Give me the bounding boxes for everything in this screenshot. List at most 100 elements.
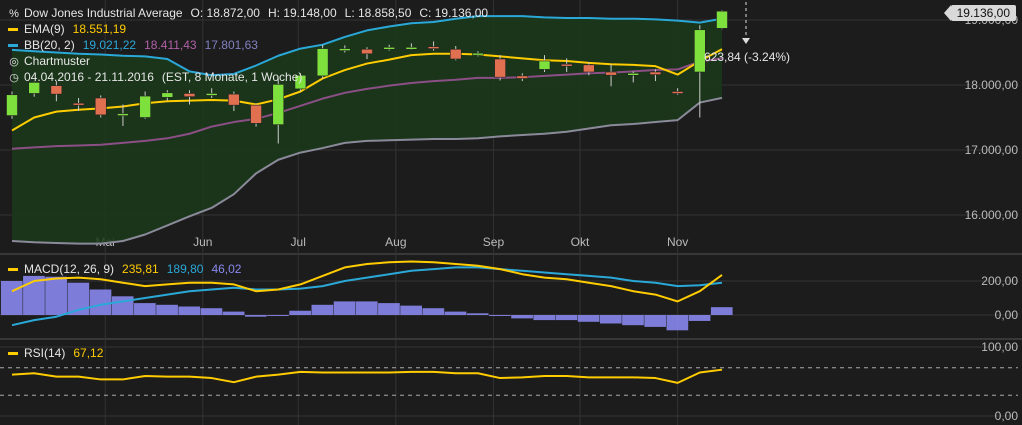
range-detail: (EST, 8 Monate, 1 Woche) — [161, 70, 303, 84]
macd-histogram-bar — [378, 303, 400, 315]
y-tick-label: 17.000,00 — [965, 143, 1019, 157]
macd-histogram-bar — [222, 311, 245, 315]
macd-histogram-bar — [134, 303, 156, 315]
macd-histogram-bar — [0, 281, 23, 315]
bb-upper-value: 18.411,43 — [144, 38, 197, 52]
macd-hist-value: 46,02 — [211, 262, 242, 276]
macd-swatch — [8, 268, 18, 272]
bb-lower-value: 17.801,63 — [204, 38, 258, 52]
candle-body — [72, 102, 85, 106]
macd-histogram-bar — [45, 276, 67, 315]
candle-body — [538, 60, 551, 70]
macd-value: 235,81 — [122, 262, 159, 276]
x-tick-label: Nov — [667, 235, 688, 249]
bb-label: BB(20, 2) — [24, 38, 75, 52]
candle-body — [427, 46, 440, 49]
clock-icon: ◷ — [9, 72, 19, 84]
rsi-legend[interactable]: RSI(14) 67,12 — [8, 345, 103, 361]
pattern-label: Chartmuster — [24, 54, 91, 68]
macd-histogram-bar — [688, 315, 711, 321]
x-tick-label: Jun — [193, 235, 212, 249]
macd-histogram-bar — [333, 301, 356, 315]
candle-body — [671, 91, 684, 94]
candle-body — [228, 93, 240, 106]
candle-body — [361, 48, 373, 55]
macd-histogram-bar — [489, 315, 511, 316]
rsi-label: RSI(14) — [24, 346, 66, 360]
macd-histogram-bar — [289, 310, 312, 315]
macd-histogram-bar — [599, 315, 622, 324]
range-legend[interactable]: ◷ 04.04.2016 - 21.11.2016 (EST, 8 Monate, … — [8, 69, 302, 86]
candle-body — [161, 92, 174, 98]
rsi-swatch — [8, 352, 18, 356]
macd-histogram-bar — [244, 315, 267, 317]
rsi-tick-label: 100,00 — [981, 340, 1018, 354]
x-tick-label: Jul — [291, 235, 306, 249]
macd-histogram-bar — [577, 315, 600, 322]
instrument-legend: % Dow Jones Industrial Average O: 18.872,0… — [8, 5, 488, 22]
current-price-tag: 19.136,00 — [943, 5, 1016, 21]
candle-body — [449, 48, 462, 60]
y-tick-label: 16.000,00 — [965, 208, 1019, 222]
candle-body — [405, 46, 418, 50]
candle-body — [383, 46, 395, 50]
macd-histogram-bar — [622, 315, 644, 326]
macd-histogram-bar — [444, 311, 467, 315]
candle-body — [250, 104, 262, 124]
candle-body — [560, 63, 573, 67]
candle-body — [272, 84, 285, 125]
candle-body — [472, 52, 484, 56]
macd-histogram-bar — [555, 315, 578, 321]
candle-body — [583, 64, 595, 73]
candle-body — [627, 73, 640, 76]
x-tick-label: Aug — [385, 235, 406, 249]
macd-histogram-bar — [511, 315, 533, 319]
candle-body — [139, 95, 151, 118]
bb-swatch — [8, 44, 18, 48]
instrument-name: Dow Jones Industrial Average — [24, 6, 183, 20]
x-tick-label: Okt — [571, 235, 590, 249]
macd-histogram-bar — [89, 289, 112, 315]
macd-histogram-bar — [533, 315, 556, 321]
y-tick-label: 18.000,00 — [965, 78, 1019, 92]
price-change-arrow-icon — [742, 38, 750, 44]
candle-body — [183, 93, 196, 97]
macd-tick-label: 0,00 — [995, 308, 1019, 322]
macd-histogram-bar — [111, 296, 134, 315]
macd-histogram-bar — [644, 315, 667, 327]
ema-legend[interactable]: EMA(9) 18.551,19 — [8, 21, 126, 37]
chart-stage: MaiJunJulAugSepOktNov16.000,0017.000,001… — [0, 0, 1022, 425]
candle-body — [205, 93, 218, 96]
macd-tick-label: 200,00 — [981, 274, 1018, 288]
range-label: 04.04.2016 - 21.11.2016 — [24, 70, 154, 84]
candle-body — [6, 94, 18, 116]
macd-histogram-bar — [267, 315, 289, 316]
candle-body — [316, 48, 329, 77]
target-icon: ◎ — [9, 56, 19, 68]
macd-histogram-bar — [200, 308, 223, 315]
pattern-legend[interactable]: ◎ Chartmuster — [8, 53, 90, 70]
macd-histogram-bar — [156, 304, 178, 315]
x-tick-label: Sep — [483, 235, 505, 249]
macd-histogram-bar — [666, 315, 689, 331]
bb-mid-value: 19.021,22 — [82, 38, 137, 52]
macd-histogram-bar — [355, 301, 378, 315]
candle-body — [117, 113, 129, 116]
bb-legend[interactable]: BB(20, 2) 19.021,22 18.411,43 17.801,63 — [8, 37, 258, 53]
low-value: L: 18.858,50 — [344, 6, 412, 20]
macd-signal-value: 189,80 — [166, 262, 204, 276]
macd-histogram-bar — [311, 304, 334, 315]
ema-swatch — [8, 28, 18, 32]
candle-body — [516, 75, 529, 79]
macd-histogram-bar — [400, 305, 422, 315]
macd-histogram-bar — [466, 313, 489, 315]
candle-body — [649, 71, 662, 75]
chart-svg[interactable]: MaiJunJulAugSepOktNov16.000,0017.000,001… — [0, 0, 1022, 425]
candle-body — [494, 58, 506, 78]
rsi-tick-label: 0,00 — [995, 409, 1019, 423]
rsi-line — [11, 368, 723, 384]
candle-body — [339, 48, 351, 51]
macd-label: MACD(12, 26, 9) — [24, 262, 115, 276]
macd-legend[interactable]: MACD(12, 26, 9) 235,81 189,80 46,02 — [8, 261, 241, 277]
candle-body — [605, 71, 617, 76]
